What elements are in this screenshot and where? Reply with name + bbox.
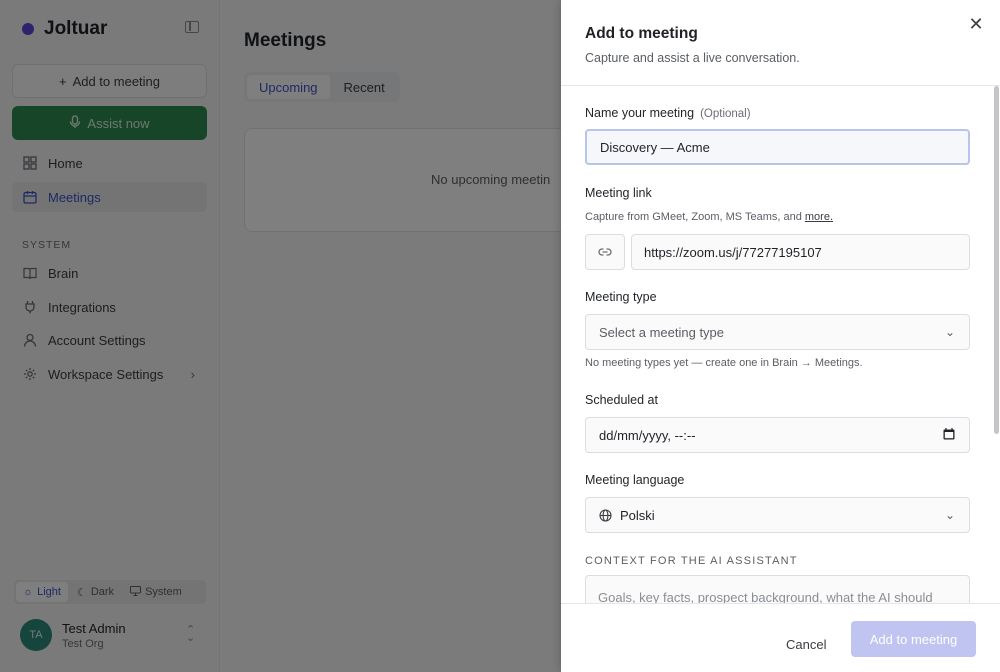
meeting-type-hint: No meeting types yet — create one in Bra… bbox=[585, 357, 863, 369]
cancel-button[interactable]: Cancel bbox=[786, 637, 826, 652]
meeting-type-select[interactable]: Select a meeting type ⌄ bbox=[585, 314, 970, 350]
meeting-type-placeholder: Select a meeting type bbox=[599, 324, 725, 340]
meeting-link-hint: Capture from GMeet, Zoom, MS Teams, and … bbox=[585, 211, 833, 223]
sheet-footer: Cancel Add to meeting bbox=[561, 603, 1000, 672]
scheduled-at-placeholder: dd/mm/yyyy, --:-- bbox=[599, 427, 696, 443]
chevron-down-icon: ⌄ bbox=[944, 508, 955, 522]
add-to-meeting-submit-button[interactable]: Add to meeting bbox=[851, 621, 976, 657]
context-section-label: CONTEXT FOR THE AI ASSISTANT bbox=[585, 555, 798, 567]
close-icon[interactable]: ✕ bbox=[966, 14, 986, 34]
sheet-header: Add to meeting Capture and assist a live… bbox=[561, 0, 1000, 86]
sheet-title: Add to meeting bbox=[585, 25, 698, 42]
meeting-link-value: https://zoom.us/j/77277195107 bbox=[644, 244, 822, 260]
meeting-name-value: Discovery — Acme bbox=[600, 139, 710, 155]
meeting-type-label: Meeting type bbox=[585, 290, 657, 304]
sheet-subtitle: Capture and assist a live conversation. bbox=[585, 51, 800, 65]
meeting-link-label: Meeting link bbox=[585, 186, 652, 200]
meeting-name-label: Name your meeting (Optional) bbox=[585, 106, 751, 120]
meeting-language-value: Polski bbox=[620, 507, 655, 523]
context-textarea[interactable]: Goals, key facts, prospect background, w… bbox=[585, 575, 970, 603]
globe-icon bbox=[599, 508, 612, 522]
sheet-body: Name your meeting (Optional) Discovery — … bbox=[585, 86, 970, 603]
scroll-thumb[interactable] bbox=[994, 86, 999, 434]
add-to-meeting-sheet: Add to meeting Capture and assist a live… bbox=[561, 0, 1000, 672]
chevron-down-icon: ⌄ bbox=[944, 325, 955, 339]
meeting-link-hint-text: Capture from GMeet, Zoom, MS Teams, and bbox=[585, 211, 802, 223]
link-icon bbox=[585, 234, 625, 270]
sheet-scrollbar[interactable] bbox=[994, 86, 1000, 603]
meeting-language-label: Meeting language bbox=[585, 473, 685, 487]
meeting-name-label-text: Name your meeting bbox=[585, 106, 695, 120]
meeting-name-input[interactable]: Discovery — Acme bbox=[585, 129, 970, 165]
optional-tag: (Optional) bbox=[700, 108, 751, 120]
meeting-language-select[interactable]: Polski ⌄ bbox=[585, 497, 970, 533]
meeting-link-input[interactable]: https://zoom.us/j/77277195107 bbox=[631, 234, 970, 270]
more-link[interactable]: more. bbox=[805, 211, 833, 223]
scheduled-at-label: Scheduled at bbox=[585, 393, 658, 407]
context-placeholder: Goals, key facts, prospect background, w… bbox=[598, 590, 933, 603]
calendar-icon[interactable] bbox=[943, 427, 955, 443]
scheduled-at-input[interactable]: dd/mm/yyyy, --:-- bbox=[585, 417, 970, 453]
